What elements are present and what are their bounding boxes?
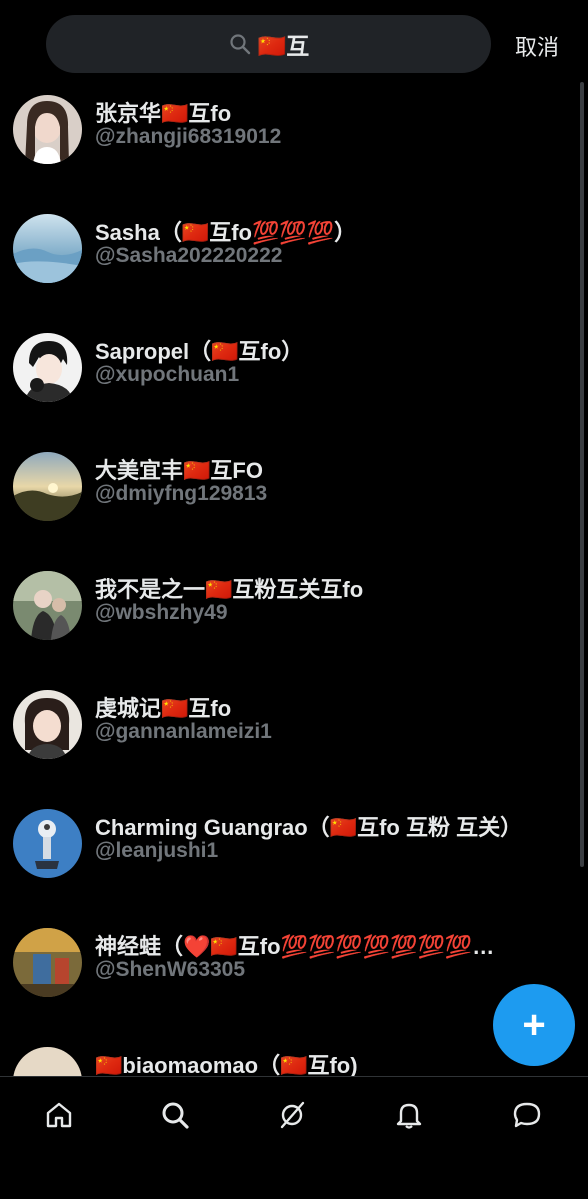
user-handle: @wbshzhy49 <box>95 601 228 624</box>
search-icon <box>230 34 250 55</box>
user-handle: @leanjushi1 <box>95 839 219 862</box>
cancel-button[interactable]: 取消 <box>515 30 559 62</box>
user-name: 🇨🇳biaomaomao（🇨🇳互fo) <box>95 1053 358 1076</box>
list-item[interactable]: 大美宜丰🇨🇳互FO @dmiyfng129813 <box>0 445 588 564</box>
search-input[interactable]: 🇨🇳互 <box>46 15 491 73</box>
avatar[interactable] <box>13 1047 82 1076</box>
list-item[interactable]: 虔城记🇨🇳互fo @gannanlameizi1 <box>0 683 588 802</box>
avatar[interactable] <box>13 214 82 283</box>
search-icon[interactable] <box>157 1097 193 1133</box>
bottom-nav <box>0 1076 588 1199</box>
user-handle: @ShenW63305 <box>95 958 246 981</box>
user-handle: @xupochuan1 <box>95 363 240 386</box>
user-handle: @zhangji68319012 <box>95 125 282 148</box>
user-name: Sapropel（🇨🇳互fo） <box>95 339 304 364</box>
notifications-icon[interactable] <box>391 1097 427 1133</box>
user-name: Sasha（🇨🇳互fo💯💯💯） <box>95 220 357 245</box>
top-bar: 🇨🇳互 取消 <box>0 0 588 88</box>
grok-icon[interactable] <box>274 1097 310 1133</box>
user-name: 神经蛙（❤️🇨🇳互fo💯💯💯💯💯💯💯… <box>95 934 495 959</box>
avatar[interactable] <box>13 928 82 997</box>
user-name: 我不是之一🇨🇳互粉互关互fo <box>95 577 364 602</box>
user-handle: @Sasha202220222 <box>95 244 283 267</box>
list-item[interactable]: 我不是之一🇨🇳互粉互关互fo @wbshzhy49 <box>0 564 588 683</box>
home-icon[interactable] <box>41 1097 77 1133</box>
user-name: 大美宜丰🇨🇳互FO <box>95 458 263 483</box>
compose-button[interactable]: + <box>493 984 575 1066</box>
user-name: Charming Guangrao（🇨🇳互fo 互粉 互关） <box>95 815 523 840</box>
avatar[interactable] <box>13 690 82 759</box>
avatar[interactable] <box>13 809 82 878</box>
user-handle: @gannanlameizi1 <box>95 720 272 743</box>
list-item[interactable]: Sapropel（🇨🇳互fo） @xupochuan1 <box>0 326 588 445</box>
user-handle: @dmiyfng129813 <box>95 482 268 505</box>
search-results-list: 张京华🇨🇳互fo @zhangji68319012 Sasha（🇨🇳互fo💯💯💯… <box>0 88 588 1076</box>
messages-icon[interactable] <box>509 1097 545 1133</box>
avatar[interactable] <box>13 333 82 402</box>
plus-icon: + <box>522 1003 546 1047</box>
user-name: 张京华🇨🇳互fo <box>95 101 232 126</box>
list-item[interactable]: Sasha（🇨🇳互fo💯💯💯） @Sasha202220222 <box>0 207 588 326</box>
avatar[interactable] <box>13 95 82 164</box>
avatar[interactable] <box>13 452 82 521</box>
scrollbar[interactable] <box>580 82 584 867</box>
search-query: 🇨🇳互 <box>257 33 310 59</box>
list-item[interactable]: 张京华🇨🇳互fo @zhangji68319012 <box>0 88 588 207</box>
list-item[interactable]: Charming Guangrao（🇨🇳互fo 互粉 互关） @leanjush… <box>0 802 588 921</box>
avatar[interactable] <box>13 571 82 640</box>
user-name: 虔城记🇨🇳互fo <box>95 696 232 721</box>
